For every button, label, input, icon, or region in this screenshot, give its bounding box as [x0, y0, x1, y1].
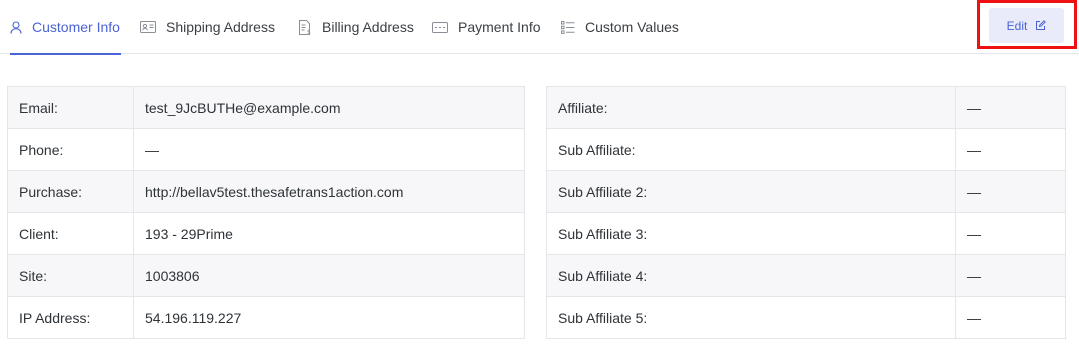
tab-label: Custom Values: [585, 19, 679, 35]
field-label: IP Address:: [7, 296, 134, 339]
tab-custom-values[interactable]: Custom Values: [561, 0, 679, 54]
customer-info-table: Email: test_9JcBUTHe@example.com Phone: …: [7, 86, 525, 339]
table-row: Sub Affiliate 4: —: [546, 254, 1066, 297]
tab-shipping-address[interactable]: Shipping Address: [140, 0, 275, 54]
customer-details-panel: Customer Info Shipping Address $ Billing…: [0, 0, 1079, 359]
field-value: 193 - 29Prime: [133, 212, 525, 255]
table-row: Sub Affiliate 5: —: [546, 296, 1066, 339]
svg-text:$: $: [307, 29, 311, 35]
field-label: Sub Affiliate 4:: [546, 254, 956, 297]
tab-payment-info[interactable]: Payment Info: [432, 0, 541, 54]
field-value: —: [955, 212, 1066, 255]
table-row: Sub Affiliate 2: —: [546, 170, 1066, 213]
tab-label: Customer Info: [32, 19, 120, 35]
field-label: Sub Affiliate 3:: [546, 212, 956, 255]
field-label: Phone:: [7, 128, 134, 171]
field-value: —: [955, 86, 1066, 129]
edit-button[interactable]: Edit: [989, 8, 1064, 43]
field-value: 54.196.119.227: [133, 296, 525, 339]
address-card-icon: [140, 21, 156, 33]
table-row: Email: test_9JcBUTHe@example.com: [7, 86, 525, 129]
credit-card-icon: [432, 21, 448, 33]
invoice-icon: $: [298, 19, 312, 35]
field-value: —: [955, 296, 1066, 339]
table-row: Site: 1003806: [7, 254, 525, 297]
table-row: Purchase: http://bellav5test.thesafetran…: [7, 170, 525, 213]
table-row: Sub Affiliate 3: —: [546, 212, 1066, 255]
field-label: Client:: [7, 212, 134, 255]
edit-button-label: Edit: [1006, 18, 1028, 33]
field-value: test_9JcBUTHe@example.com: [133, 86, 525, 129]
tab-bar: Customer Info Shipping Address $ Billing…: [0, 0, 1079, 55]
field-label: Purchase:: [7, 170, 134, 213]
table-row: Affiliate: —: [546, 86, 1066, 129]
tab-label: Shipping Address: [166, 19, 275, 35]
tab-label: Payment Info: [458, 19, 541, 35]
table-row: Sub Affiliate: —: [546, 128, 1066, 171]
field-value: —: [955, 128, 1066, 171]
user-icon: [10, 20, 22, 34]
field-value: —: [955, 254, 1066, 297]
field-label: Sub Affiliate 5:: [546, 296, 956, 339]
table-row: IP Address: 54.196.119.227: [7, 296, 525, 339]
field-label: Site:: [7, 254, 134, 297]
tab-label: Billing Address: [322, 19, 414, 35]
field-value: http://bellav5test.thesafetrans1action.c…: [133, 170, 525, 213]
edit-icon: [1035, 20, 1047, 31]
affiliate-info-table: Affiliate: — Sub Affiliate: — Sub Affili…: [546, 86, 1066, 339]
field-label: Sub Affiliate 2:: [546, 170, 956, 213]
list-icon: [561, 20, 575, 34]
field-value: —: [955, 170, 1066, 213]
field-value: —: [133, 128, 525, 171]
field-label: Email:: [7, 86, 134, 129]
tab-customer-info[interactable]: Customer Info: [10, 0, 121, 55]
field-label: Affiliate:: [546, 86, 956, 129]
table-row: Client: 193 - 29Prime: [7, 212, 525, 255]
tab-billing-address[interactable]: $ Billing Address: [298, 0, 414, 54]
field-label: Sub Affiliate:: [546, 128, 956, 171]
table-row: Phone: —: [7, 128, 525, 171]
field-value: 1003806: [133, 254, 525, 297]
